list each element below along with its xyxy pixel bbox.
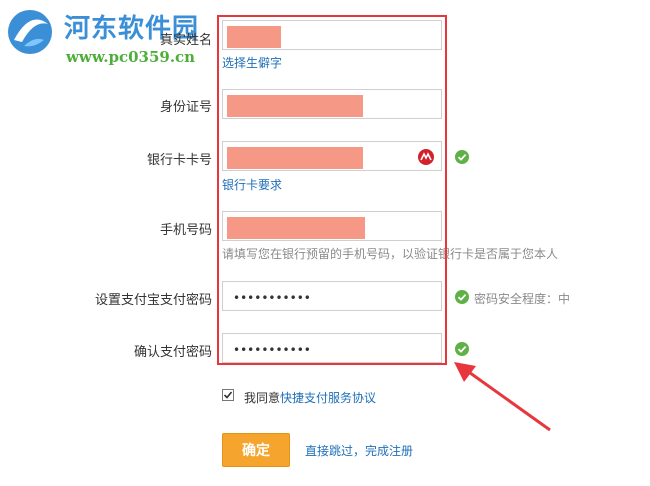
agreement-checkbox[interactable] <box>222 389 234 401</box>
site-logo-icon <box>4 6 56 58</box>
bank-card-label: 银行卡卡号 <box>146 153 212 168</box>
password-strength-text: 密码安全程度：中 <box>474 292 571 306</box>
agreement-link[interactable]: 快捷支付服务协议 <box>280 391 376 405</box>
annotation-arrow-icon <box>454 362 551 432</box>
name-label: 真实姓名 <box>159 33 212 48</box>
pay-password-ok-icon <box>455 290 469 304</box>
bank-card-ok-icon <box>455 150 469 164</box>
confirm-password-ok-icon <box>455 342 469 356</box>
agreement-prefix: 我同意 <box>244 391 281 405</box>
agreement-text: 我同意快捷支付服务协议 <box>244 389 376 406</box>
phone-label: 手机号码 <box>159 223 212 238</box>
skip-register-link[interactable]: 直接跳过，完成注册 <box>305 442 413 459</box>
watermark-url: www.pc0359.cn <box>66 48 196 66</box>
pay-password-label: 设置支付宝支付密码 <box>94 293 212 308</box>
submit-button[interactable]: 确定 <box>222 433 290 467</box>
highlight-box <box>217 15 447 365</box>
confirm-password-label: 确认支付密码 <box>133 345 212 360</box>
id-number-label: 身份证号 <box>159 100 212 115</box>
